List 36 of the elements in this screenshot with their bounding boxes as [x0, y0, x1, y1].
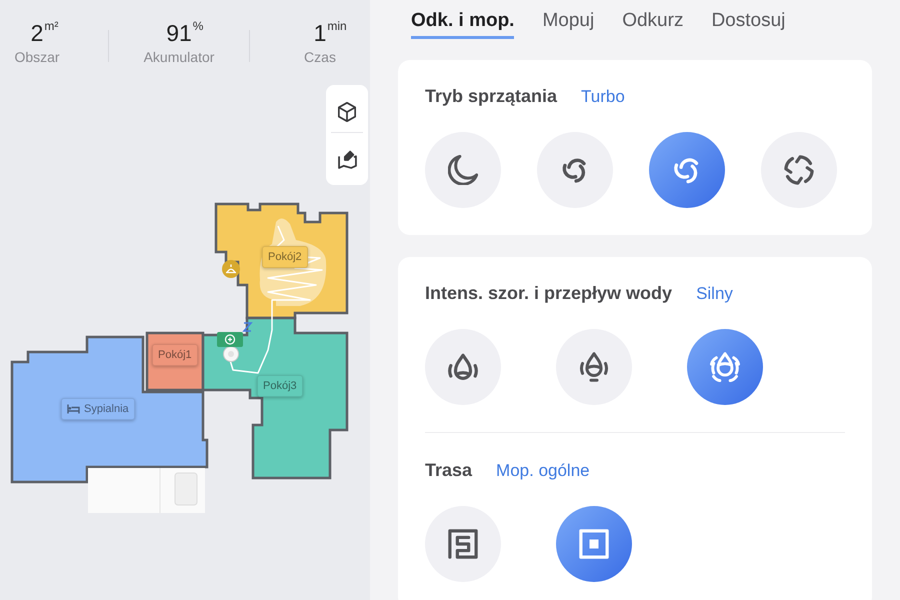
room-label[interactable]: Pokój1: [152, 344, 198, 366]
stat-label: Akumulator: [144, 49, 214, 66]
moon-icon: [448, 155, 478, 185]
selected-value: Silny: [696, 283, 733, 305]
stat-label: Czas: [304, 49, 336, 66]
square-icon: [579, 529, 609, 559]
sleep-icon: [242, 322, 253, 332]
section-title: Intens. szor. i przepływ wody: [425, 282, 672, 304]
stat-unit: %: [192, 19, 204, 33]
selected-value: Turbo: [581, 86, 625, 108]
map-edit-icon: [338, 150, 356, 169]
station-marker-icon: [222, 260, 240, 278]
tab[interactable]: Odkurz: [622, 9, 684, 39]
droplet-icon: [579, 352, 609, 382]
selected-value: Mop. ogólne: [496, 460, 590, 482]
stat-value: 1: [314, 22, 326, 45]
stat-unit: m²: [44, 19, 58, 33]
maze-icon: [448, 529, 478, 559]
stat-unit: min: [327, 19, 347, 33]
room-label[interactable]: Sypialnia: [61, 398, 135, 420]
stat-value: 2: [30, 22, 44, 45]
cube-icon: [338, 102, 356, 122]
swirl-icon: [784, 155, 814, 185]
dock-marker-icon: [217, 332, 243, 347]
tab[interactable]: Mopuj: [542, 9, 594, 39]
section-title: Trasa: [425, 459, 472, 481]
section-title: Tryb sprzątania: [425, 85, 558, 107]
tab[interactable]: Odk. i mop.: [411, 9, 514, 39]
tab[interactable]: Dostosuj: [711, 9, 786, 39]
stat-label: Obszar: [14, 49, 60, 66]
droplet-icon: [448, 352, 478, 382]
bed-icon: [67, 404, 80, 414]
room-label[interactable]: Pokój3: [257, 375, 303, 397]
stat-value: 91: [166, 22, 192, 45]
droplet-icon: [710, 352, 740, 382]
room-label[interactable]: Pokój2: [262, 246, 308, 268]
